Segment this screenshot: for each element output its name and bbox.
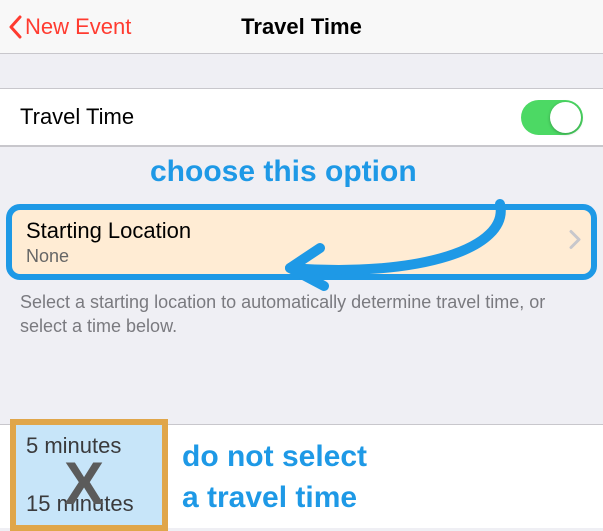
- annotation-dont-text: do not select a travel time: [182, 437, 367, 518]
- annotation-area: choose this option: [0, 146, 603, 204]
- toggle-knob: [550, 102, 581, 133]
- help-text: Select a starting location to automatica…: [0, 280, 603, 339]
- time-options-section: 5 minutes 15 minutes X do not select a t…: [0, 424, 603, 528]
- travel-time-row: Travel Time: [0, 88, 603, 146]
- back-button[interactable]: New Event: [8, 14, 131, 40]
- starting-location-value: None: [26, 246, 577, 267]
- chevron-left-icon: [8, 15, 23, 39]
- annotation-x-mark: X: [64, 449, 104, 518]
- annotation-x-box: 5 minutes 15 minutes X: [10, 419, 168, 531]
- page-title: Travel Time: [241, 14, 362, 40]
- travel-time-toggle[interactable]: [521, 100, 583, 135]
- navigation-bar: New Event Travel Time: [0, 0, 603, 54]
- travel-time-label: Travel Time: [20, 104, 134, 130]
- back-label: New Event: [25, 14, 131, 40]
- starting-location-row[interactable]: Starting Location None: [6, 204, 597, 280]
- starting-location-label: Starting Location: [26, 218, 577, 244]
- chevron-right-icon: [569, 230, 581, 255]
- annotation-choose-text: choose this option: [150, 155, 417, 189]
